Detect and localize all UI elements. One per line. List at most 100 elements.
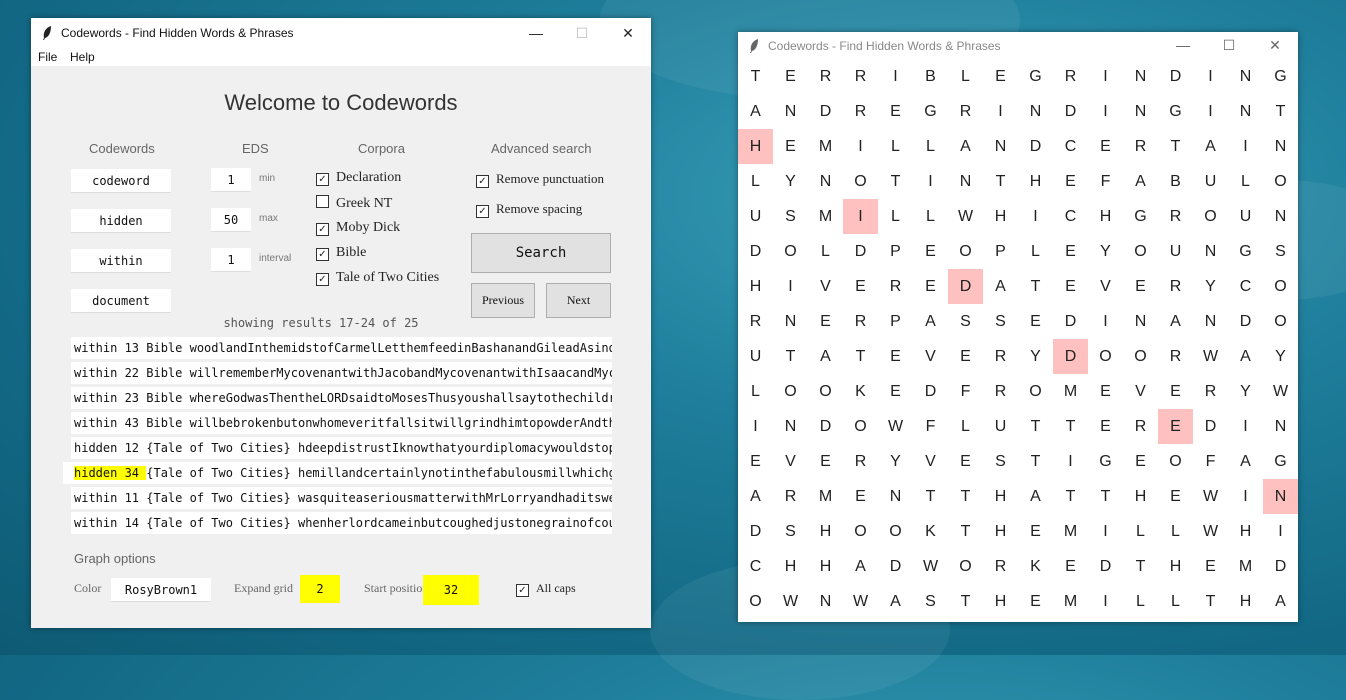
grid-cell-highlighted: E — [1158, 409, 1193, 444]
result-row[interactable]: hidden 12 {Tale of Two Cities} hdeepdist… — [71, 437, 612, 459]
codeword-input-4[interactable]: document — [71, 289, 171, 313]
grid-cell: T — [1205, 593, 1216, 610]
grid-cell-highlighted: N — [1263, 479, 1298, 514]
all-caps-checkbox[interactable]: ✓ All caps — [516, 581, 576, 597]
grid-cell: I — [1243, 138, 1248, 155]
grid-title-bar: Codewords - Find Hidden Words & Phrases … — [738, 32, 1298, 59]
eds-max-input[interactable]: 50 — [211, 208, 251, 232]
grid-cell: V — [820, 278, 831, 295]
letter-grid: TERRIBLEGRINDINGANDREGRINDINGINTHEMILLAN… — [738, 59, 1298, 619]
previous-button[interactable]: Previous — [471, 283, 535, 318]
grid-cell: L — [1136, 593, 1145, 610]
result-row[interactable]: within 23 Bible whereGodwasThentheLORDsa… — [71, 387, 612, 409]
codeword-input-2[interactable]: hidden — [71, 209, 171, 233]
grid-cell: E — [995, 68, 1006, 85]
grid-cell: A — [750, 488, 761, 505]
result-row[interactable]: within 22 Bible willrememberMycovenantwi… — [71, 362, 612, 384]
color-input[interactable]: RosyBrown1 — [111, 578, 211, 602]
grid-cell: O — [854, 523, 867, 540]
corpus-greek-nt-checkbox[interactable]: Greek NT — [316, 195, 392, 212]
grid-cell: G — [1099, 453, 1112, 470]
corpus-bible-checkbox[interactable]: ✓ Bible — [316, 245, 366, 261]
eds-min-input[interactable]: 1 — [211, 168, 251, 192]
result-row-selected[interactable]: hidden 34 {Tale of Two Cities} hemilland… — [63, 462, 612, 484]
eds-interval-label: interval — [259, 253, 292, 264]
grid-cell: E — [785, 138, 796, 155]
result-row[interactable]: within 43 Bible willbebrokenbutonwhomeve… — [71, 412, 612, 434]
grid-cell: I — [1103, 593, 1108, 610]
corpus-moby-dick-checkbox[interactable]: ✓ Moby Dick — [316, 220, 400, 236]
eds-interval-input[interactable]: 1 — [211, 248, 251, 272]
grid-cell: O — [749, 593, 762, 610]
grid-cell: E — [785, 68, 796, 85]
checkbox-mark: ✓ — [316, 248, 329, 261]
next-button[interactable]: Next — [546, 283, 611, 318]
grid-cell: H — [784, 558, 797, 575]
corpus-tale-two-cities-checkbox[interactable]: ✓ Tale of Two Cities — [316, 270, 439, 286]
grid-cell: H — [994, 488, 1007, 505]
close-button[interactable]: ✕ — [1252, 32, 1298, 59]
grid-cell: N — [1134, 103, 1147, 120]
grid-window-title: Codewords - Find Hidden Words & Phrases — [768, 39, 1001, 53]
expand-grid-input[interactable]: 2 — [300, 575, 340, 603]
minimize-button[interactable]: — — [1160, 32, 1206, 59]
graph-options-label: Graph options — [74, 551, 156, 566]
grid-cell: K — [925, 523, 936, 540]
eds-header: EDS — [242, 141, 269, 156]
grid-cell: R — [959, 103, 972, 120]
grid-cell: D — [1204, 418, 1217, 435]
window-title: Codewords - Find Hidden Words & Phrases — [61, 26, 294, 40]
grid-cell: O — [854, 173, 867, 190]
search-button[interactable]: Search — [471, 233, 611, 273]
codeword-input-1[interactable]: codeword — [71, 169, 171, 193]
grid-cell: Y — [785, 173, 796, 190]
remove-spacing-checkbox[interactable]: ✓ Remove spacing — [476, 201, 582, 218]
grid-cell: S — [925, 593, 936, 610]
menu-file[interactable]: File — [38, 50, 57, 64]
minimize-button[interactable]: — — [513, 18, 559, 48]
grid-cell: C — [1064, 138, 1077, 155]
remove-punctuation-checkbox[interactable]: ✓ Remove punctuation — [476, 171, 604, 188]
grid-cell: S — [785, 523, 796, 540]
grid-cell: Y — [1030, 348, 1041, 365]
grid-cell: A — [995, 278, 1006, 295]
checkbox-mark: ✓ — [476, 175, 489, 188]
result-row[interactable]: within 13 Bible woodlandInthemidstofCarm… — [71, 337, 612, 359]
grid-cell: S — [1275, 243, 1286, 260]
maximize-button[interactable]: ☐ — [1206, 32, 1252, 59]
grid-cell: C — [1064, 208, 1077, 225]
menu-help[interactable]: Help — [70, 50, 95, 64]
maximize-button[interactable]: ☐ — [559, 18, 605, 48]
feather-icon — [750, 39, 758, 53]
grid-cell: L — [891, 138, 900, 155]
result-row[interactable]: within 14 {Tale of Two Cities} whenherlo… — [71, 512, 612, 534]
grid-cell: T — [750, 68, 761, 85]
grid-cell: A — [855, 558, 866, 575]
start-position-input[interactable]: 32 — [423, 575, 479, 605]
grid-cell: D — [749, 243, 762, 260]
codeword-input-3[interactable]: within — [71, 249, 171, 273]
grid-cell: N — [1204, 243, 1217, 260]
grid-cell: L — [891, 208, 900, 225]
codewords-header: Codewords — [89, 141, 155, 156]
grid-cell: D — [1169, 68, 1182, 85]
corpus-declaration-checkbox[interactable]: ✓ Declaration — [316, 170, 401, 186]
grid-cell: Y — [890, 453, 901, 470]
checkbox-mark: ✓ — [316, 273, 329, 286]
grid-cell: U — [994, 418, 1007, 435]
grid-cell: R — [889, 278, 902, 295]
result-row[interactable]: within 11 {Tale of Two Cities} wasquitea… — [71, 487, 612, 509]
close-button[interactable]: ✕ — [605, 18, 651, 48]
grid-cell: M — [818, 488, 833, 505]
grid-cell: T — [960, 523, 971, 540]
grid-cell: O — [1134, 348, 1147, 365]
grid-cell: Y — [1100, 243, 1111, 260]
corpus-label: Greek NT — [336, 196, 393, 211]
grid-cell: W — [957, 208, 974, 225]
grid-cell: L — [751, 173, 760, 190]
grid-cell: I — [998, 103, 1003, 120]
grid-cell: E — [925, 243, 936, 260]
advanced-search-header: Advanced search — [491, 141, 592, 156]
grid-cell: T — [1065, 418, 1076, 435]
grid-cell: I — [753, 418, 758, 435]
